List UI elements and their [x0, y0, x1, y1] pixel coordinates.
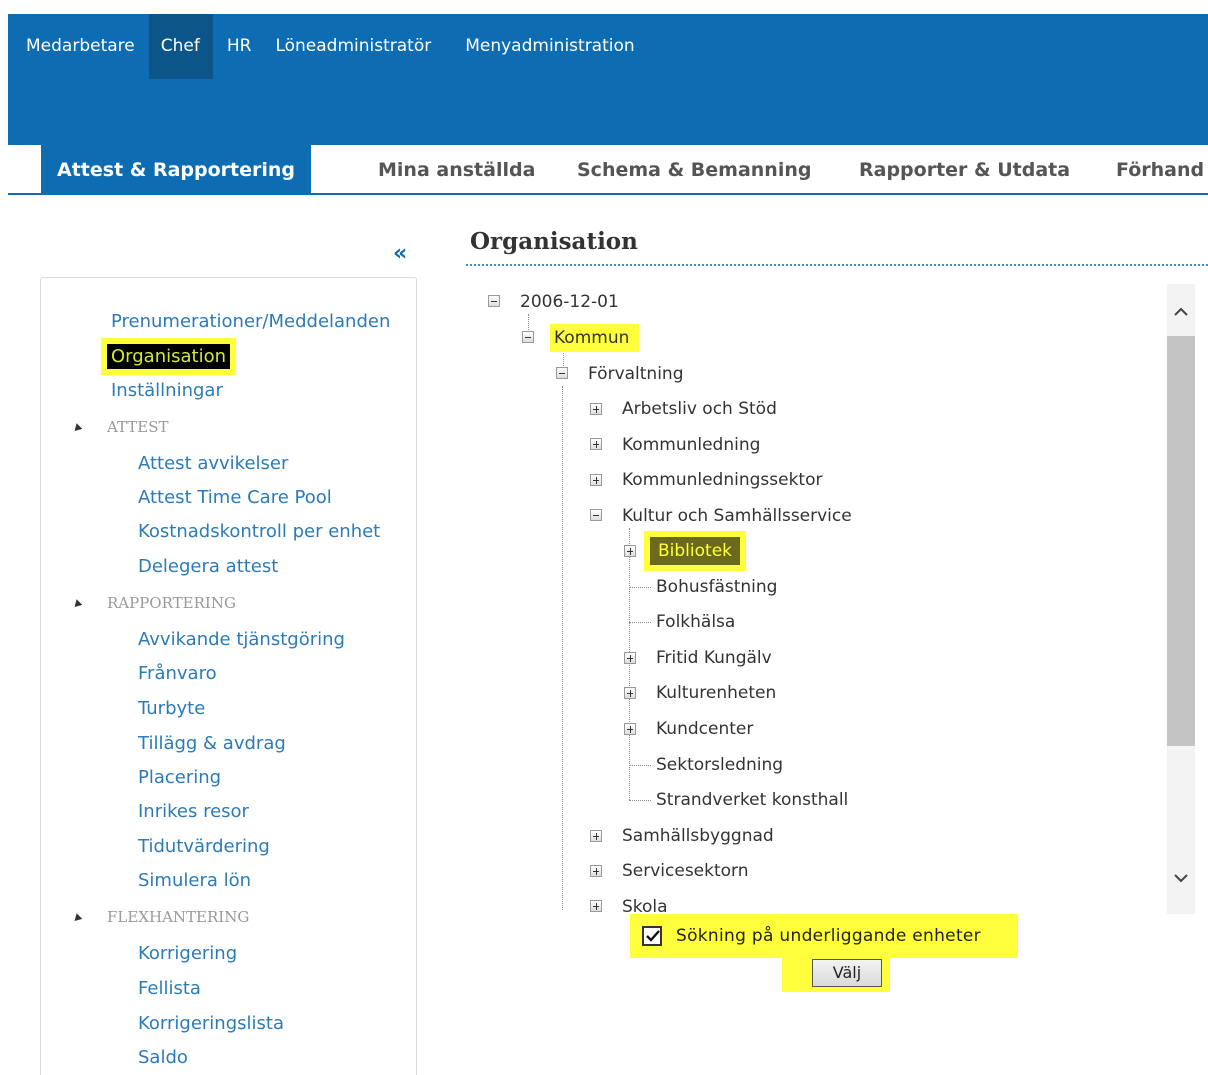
tree-node-folkhalsa[interactable]: Folkhälsa — [656, 612, 735, 632]
tree-node-skola[interactable]: Skola — [622, 897, 668, 914]
nav-medarbetare[interactable]: Medarbetare — [8, 14, 145, 79]
title-divider — [466, 264, 1208, 266]
collapse-triangle-icon — [71, 912, 83, 924]
nav-hr[interactable]: HR — [213, 14, 262, 79]
section-attest[interactable]: ATTEST — [71, 418, 169, 436]
sidebar-item-korrigering[interactable]: Korrigering — [138, 943, 237, 964]
sidebar-item-installningar[interactable]: Inställningar — [111, 380, 223, 401]
section-flexhantering[interactable]: FLEXHANTERING — [71, 908, 250, 926]
scroll-up-icon[interactable] — [1173, 304, 1189, 320]
expand-node-icon[interactable] — [590, 900, 602, 912]
left-sidebar: Prenumerationer/Meddelanden Organisation… — [40, 277, 417, 1075]
section-rapportering[interactable]: RAPPORTERING — [71, 594, 236, 612]
select-button-highlight: Välj — [782, 950, 890, 992]
tree-node-kulturenheten[interactable]: Kulturenheten — [656, 683, 776, 703]
include-subunits-label: Sökning på underliggande enheter — [676, 926, 981, 946]
expand-node-icon[interactable] — [590, 474, 602, 486]
page-title: Organisation — [470, 228, 638, 255]
scroll-down-icon[interactable] — [1173, 870, 1189, 886]
collapse-sidebar-icon[interactable]: « — [393, 241, 407, 266]
tab-forhand[interactable]: Förhand — [1116, 145, 1204, 193]
tab-schema-bemanning[interactable]: Schema & Bemanning — [577, 145, 811, 193]
nav-chef[interactable]: Chef — [148, 14, 213, 79]
section-title: RAPPORTERING — [107, 594, 236, 612]
sidebar-item-delegera-attest[interactable]: Delegera attest — [138, 556, 278, 577]
tree-node-forvaltning[interactable]: Förvaltning — [588, 364, 684, 384]
collapse-node-icon[interactable] — [488, 295, 500, 307]
role-navigation: Medarbetare Chef HR Löneadministratör Me… — [8, 14, 645, 79]
sidebar-item-tidutvardering[interactable]: Tidutvärdering — [138, 836, 270, 857]
tree-node-kommun[interactable]: Kommun — [550, 324, 640, 352]
sidebar-item-attest-time-care-pool[interactable]: Attest Time Care Pool — [138, 487, 332, 508]
tree-node-kommunledning[interactable]: Kommunledning — [622, 435, 760, 455]
nav-menyadministration[interactable]: Menyadministration — [441, 14, 644, 79]
collapse-node-icon[interactable] — [556, 367, 568, 379]
tree-node-servicesektorn[interactable]: Servicesektorn — [622, 861, 749, 881]
tree-node-bibliotek[interactable]: Bibliotek — [650, 537, 740, 565]
collapse-triangle-icon — [71, 422, 83, 434]
tree-node-kultur[interactable]: Kultur och Samhällsservice — [622, 506, 852, 526]
module-tabs: Attest & Rapportering Mina anställda Sch… — [8, 145, 1208, 195]
sidebar-item-inrikes-resor[interactable]: Inrikes resor — [138, 801, 249, 822]
sidebar-item-attest-avvikelser[interactable]: Attest avvikelser — [138, 453, 288, 474]
sidebar-item-korrigeringslista[interactable]: Korrigeringslista — [138, 1013, 284, 1034]
tree-node-samhallsbyggnad[interactable]: Samhällsbyggnad — [622, 826, 774, 846]
tab-rapporter-utdata[interactable]: Rapporter & Utdata — [859, 145, 1070, 193]
sidebar-item-organisation[interactable]: Organisation — [107, 344, 231, 369]
sidebar-item-tillagg-avdrag[interactable]: Tillägg & avdrag — [138, 733, 286, 754]
tree-connector — [629, 528, 630, 800]
checkmark-icon — [646, 930, 660, 942]
tree-connector — [629, 587, 651, 588]
tab-attest-rapportering[interactable]: Attest & Rapportering — [41, 145, 312, 195]
sidebar-item-saldo[interactable]: Saldo — [138, 1047, 188, 1068]
tree-node-bohusfastning[interactable]: Bohusfästning — [656, 577, 777, 597]
expand-node-icon[interactable] — [590, 865, 602, 877]
tree-node-arbetsliv[interactable]: Arbetsliv och Stöd — [622, 399, 777, 419]
tree-node-kommunledningssektor[interactable]: Kommunledningssektor — [622, 470, 822, 490]
tabs-underline — [8, 193, 1208, 195]
tree-scrollbar[interactable] — [1167, 284, 1195, 914]
scroll-thumb[interactable] — [1167, 336, 1195, 746]
sidebar-item-turbyte[interactable]: Turbyte — [138, 698, 205, 719]
collapse-node-icon[interactable] — [590, 509, 602, 521]
sidebar-item-prenumerationer[interactable]: Prenumerationer/Meddelanden — [111, 311, 390, 332]
tree-node-sektorsledning[interactable]: Sektorsledning — [656, 755, 783, 775]
collapse-node-icon[interactable] — [522, 331, 534, 343]
tree-connector — [629, 800, 651, 801]
sidebar-item-fellista[interactable]: Fellista — [138, 978, 201, 999]
organisation-tree: 2006-12-01 Kommun Förvaltning Arbetsliv … — [466, 282, 1196, 914]
sidebar-item-kostnadskontroll[interactable]: Kostnadskontroll per enhet — [138, 521, 380, 542]
nav-loneadministrator[interactable]: Löneadministratör — [261, 14, 441, 79]
sidebar-item-avvikande-tjanstgoring[interactable]: Avvikande tjänstgöring — [138, 629, 345, 650]
sidebar-item-franvaro[interactable]: Frånvaro — [138, 663, 217, 684]
expand-node-icon[interactable] — [624, 652, 636, 664]
tree-node-kundcenter[interactable]: Kundcenter — [656, 719, 753, 739]
tree-node-strandverket[interactable]: Strandverket konsthall — [656, 790, 848, 810]
tree-connector — [629, 622, 651, 623]
expand-node-icon[interactable] — [590, 830, 602, 842]
section-title: FLEXHANTERING — [107, 908, 250, 926]
expand-node-icon[interactable] — [624, 545, 636, 557]
tree-connector — [562, 386, 563, 910]
sidebar-item-placering[interactable]: Placering — [138, 767, 221, 788]
expand-node-icon[interactable] — [590, 438, 602, 450]
sidebar-item-simulera-lon[interactable]: Simulera lön — [138, 870, 251, 891]
tree-connector — [629, 765, 651, 766]
expand-node-icon[interactable] — [590, 403, 602, 415]
select-button[interactable]: Välj — [812, 959, 882, 987]
top-header-bar: Medarbetare Chef HR Löneadministratör Me… — [8, 14, 1208, 145]
tree-node-root[interactable]: 2006-12-01 — [520, 292, 619, 312]
expand-node-icon[interactable] — [624, 723, 636, 735]
expand-node-icon[interactable] — [624, 687, 636, 699]
collapse-triangle-icon — [71, 598, 83, 610]
tree-node-fritid-kungalv[interactable]: Fritid Kungälv — [656, 648, 772, 668]
section-title: ATTEST — [107, 418, 169, 436]
include-subunits-checkbox[interactable] — [642, 926, 662, 946]
tab-mina-anstallda[interactable]: Mina anställda — [378, 145, 535, 193]
